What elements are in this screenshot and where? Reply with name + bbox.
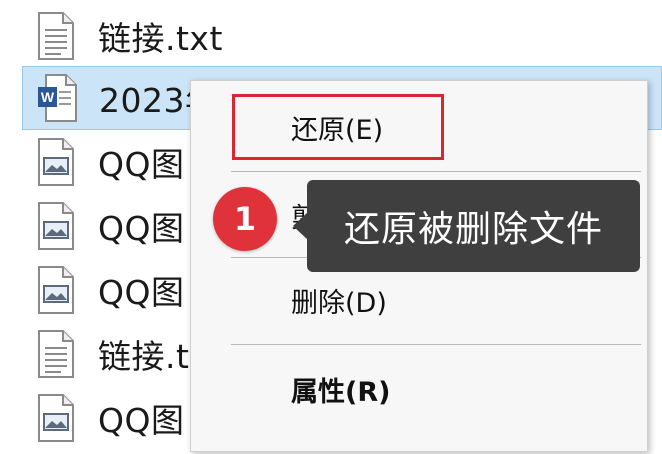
menu-separator <box>231 171 641 172</box>
step-badge: 1 <box>213 187 277 251</box>
file-name: QQ图 <box>98 209 185 248</box>
file-name: QQ图 <box>98 273 185 312</box>
word-doc-icon: W <box>38 74 77 122</box>
tooltip-text: 还原被删除文件 <box>343 209 603 250</box>
image-file-icon <box>38 202 74 250</box>
image-file-icon <box>38 394 74 442</box>
file-row[interactable]: 链接.txt <box>22 4 662 68</box>
tooltip: 还原被删除文件 <box>307 180 640 272</box>
file-name: QQ图 <box>98 401 185 440</box>
menu-separator <box>231 344 641 345</box>
text-file-icon <box>38 12 74 60</box>
file-name: QQ图 <box>98 145 185 184</box>
menu-item-delete[interactable]: 删除(D) <box>291 281 387 320</box>
menu-item-properties[interactable]: 属性(R) <box>291 370 390 409</box>
tooltip-arrow <box>293 212 308 240</box>
image-file-icon <box>38 138 74 186</box>
text-file-icon <box>38 330 74 378</box>
file-name: 链接.txt <box>98 19 223 58</box>
highlight-box <box>232 94 444 160</box>
image-file-icon <box>38 266 74 314</box>
svg-text:W: W <box>41 89 55 105</box>
